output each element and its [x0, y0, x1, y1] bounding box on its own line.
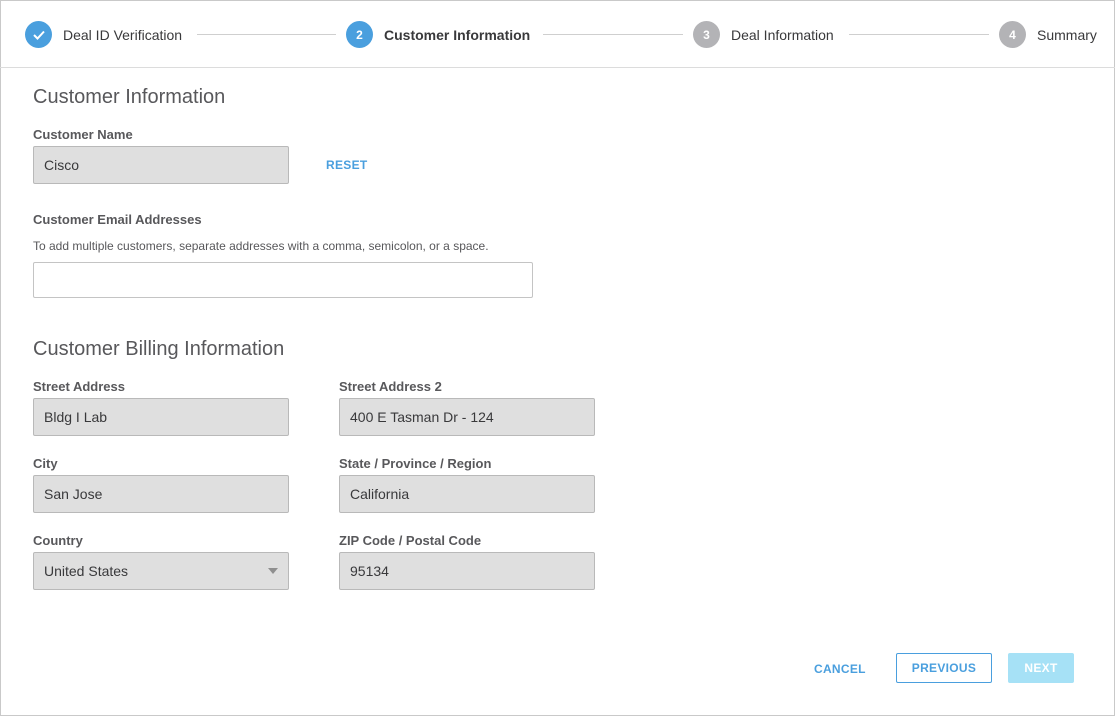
state-value: California: [350, 486, 410, 502]
step-label: Summary: [1037, 26, 1097, 43]
step-connector: [849, 34, 989, 35]
street-address-value: Bldg I Lab: [44, 409, 108, 425]
customer-email-hint: To add multiple customers, separate addr…: [33, 239, 489, 253]
state-label: State / Province / Region: [339, 456, 492, 471]
reset-button[interactable]: RESET: [326, 158, 368, 172]
customer-email-input[interactable]: [33, 262, 533, 298]
city-value: San Jose: [44, 486, 103, 502]
chevron-down-icon: [268, 568, 278, 574]
step-connector: [543, 34, 683, 35]
customer-information-heading: Customer Information: [33, 86, 226, 108]
step-number: 4: [999, 21, 1026, 48]
zip-code-field[interactable]: 95134: [339, 552, 595, 590]
street-address-2-value: 400 E Tasman Dr - 124: [350, 409, 494, 425]
street-address-2-label: Street Address 2: [339, 379, 442, 394]
country-value: United States: [44, 563, 129, 579]
step-number: 3: [693, 21, 720, 48]
step-label: Customer Information: [384, 26, 531, 43]
next-button[interactable]: NEXT: [1008, 653, 1074, 683]
state-field[interactable]: California: [339, 475, 595, 513]
step-number: 2: [346, 21, 373, 48]
customer-name-value: Cisco: [44, 157, 80, 173]
step-label: Deal ID Verification: [63, 26, 183, 43]
zip-code-value: 95134: [350, 563, 389, 579]
wizard-stepper: Deal ID Verification 2 Customer Informat…: [0, 0, 1115, 68]
zip-code-label: ZIP Code / Postal Code: [339, 533, 482, 548]
customer-name-label: Customer Name: [33, 127, 133, 142]
customer-email-label: Customer Email Addresses: [33, 212, 202, 227]
street-address-label: Street Address: [33, 379, 125, 394]
previous-button[interactable]: PREVIOUS: [896, 653, 992, 683]
city-label: City: [33, 456, 58, 471]
step-connector: [197, 34, 336, 35]
street-address-field[interactable]: Bldg I Lab: [33, 398, 289, 436]
step-customer-information[interactable]: 2 Customer Information: [346, 21, 530, 48]
street-address-2-field[interactable]: 400 E Tasman Dr - 124: [339, 398, 595, 436]
city-field[interactable]: San Jose: [33, 475, 289, 513]
customer-name-field[interactable]: Cisco: [33, 146, 289, 184]
billing-information-heading: Customer Billing Information: [33, 338, 285, 360]
country-select[interactable]: United States: [33, 552, 289, 590]
country-label: Country: [33, 533, 83, 548]
step-deal-id-verification[interactable]: Deal ID Verification: [25, 21, 182, 48]
step-summary[interactable]: 4 Summary: [999, 21, 1097, 48]
step-deal-information[interactable]: 3 Deal Information: [693, 21, 834, 48]
step-label: Deal Information: [731, 26, 834, 43]
check-icon: [25, 21, 52, 48]
cancel-button[interactable]: CANCEL: [814, 662, 866, 676]
